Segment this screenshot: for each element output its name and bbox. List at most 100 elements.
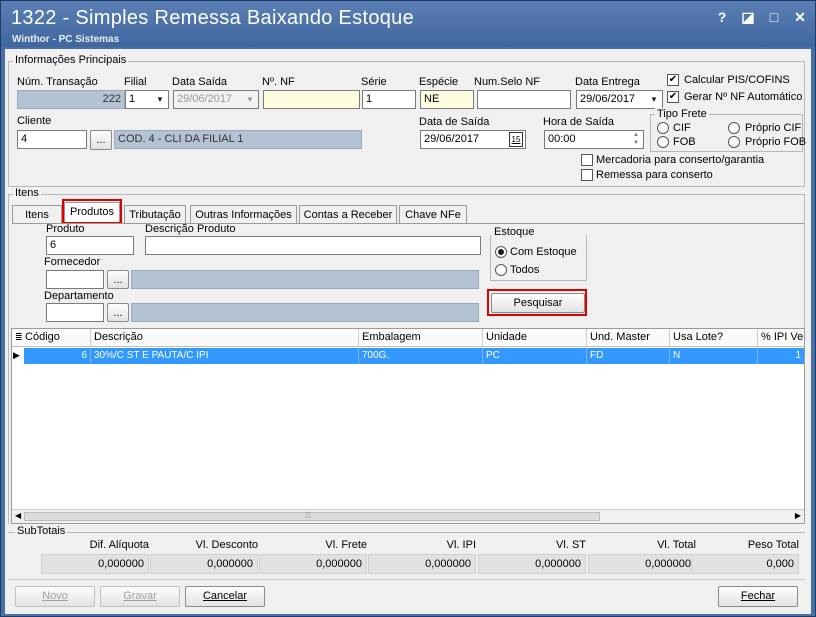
novo-button[interactable]: Novo — [15, 586, 95, 607]
produto-field[interactable]: 6 — [46, 236, 134, 255]
num-nf-label: Nº. NF — [262, 76, 295, 88]
fornecedor-lookup-button[interactable]: ... — [107, 270, 129, 289]
grid-menu-icon[interactable]: ≣ — [15, 332, 25, 342]
frete-proprio-fob-radio[interactable] — [728, 136, 740, 148]
remessa-conserto-checkbox[interactable] — [581, 169, 593, 181]
num-transacao-field[interactable]: 222 — [17, 90, 125, 109]
frete-fob-radio[interactable] — [657, 136, 669, 148]
fechar-label: Fechar — [740, 590, 776, 602]
gravar-label: Gravar — [123, 590, 157, 602]
grid-header-unidade[interactable]: Unidade — [483, 329, 587, 347]
cell-ipi[interactable]: 1 — [758, 348, 804, 364]
window-client-area: Informações Principais Núm. Transação 22… — [5, 49, 811, 614]
help-icon[interactable]: ? — [715, 9, 729, 26]
fornecedor-field[interactable] — [46, 270, 104, 289]
departamento-label: Departamento — [44, 290, 114, 302]
todos-label: Todos — [510, 264, 540, 276]
vl-total-label: Vl. Total — [657, 539, 696, 551]
data-entrega-value: 29/06/2017 — [580, 93, 636, 105]
products-grid[interactable]: ≣ Código Descrição Embalagem Unidade Und… — [11, 328, 805, 524]
cell-und-master[interactable]: FD — [587, 348, 670, 364]
calendar-icon[interactable]: 15 — [509, 132, 523, 147]
tab-tributacao[interactable]: Tributação — [124, 205, 186, 224]
maximize-icon[interactable]: □ — [767, 9, 781, 26]
table-row[interactable]: ▶ 6 30%/C ST E PAUTA/C IPI 700G. PC FD N… — [12, 348, 804, 364]
restore-icon[interactable]: ◪ — [741, 9, 755, 26]
data-entrega-field[interactable]: 29/06/2017 ▼ — [576, 90, 663, 109]
tab-chave-nfe[interactable]: Chave NFe — [399, 205, 467, 224]
departamento-lookup-button[interactable]: ... — [107, 303, 129, 322]
gerar-nf-label: Gerar Nº NF Automático — [684, 91, 803, 103]
grid-header-embalagem[interactable]: Embalagem — [359, 329, 483, 347]
cliente-name-field: COD. 4 - CLI DA FILIAL 1 — [114, 130, 362, 149]
departamento-field[interactable] — [46, 303, 104, 322]
vl-ipi-label: Vl. IPI — [446, 539, 476, 551]
frete-proprio-cif-label: Próprio CIF — [745, 122, 802, 134]
data-de-saida-value: 29/06/2017 — [424, 133, 480, 145]
scroll-left-icon[interactable]: ◀ — [15, 511, 21, 520]
cliente-lookup-button[interactable]: ... — [90, 130, 112, 150]
todos-radio[interactable] — [495, 264, 507, 276]
vl-desconto-label: Vl. Desconto — [195, 539, 258, 551]
frete-proprio-cif-radio[interactable] — [728, 122, 740, 134]
mercadoria-conserto-checkbox[interactable] — [581, 154, 593, 166]
row-pointer-icon: ▶ — [13, 350, 20, 360]
cell-descricao[interactable]: 30%/C ST E PAUTA/C IPI — [91, 348, 359, 364]
cancelar-button[interactable]: Cancelar — [185, 586, 265, 607]
gerar-nf-checkbox[interactable]: ✔ — [667, 91, 679, 103]
chevron-down-icon: ▼ — [246, 95, 254, 104]
cell-embalagem[interactable]: 700G. — [359, 348, 483, 364]
scrollbar-thumb[interactable] — [24, 512, 600, 521]
data-de-saida-label: Data de Saída — [419, 116, 490, 128]
frete-cif-radio[interactable] — [657, 122, 669, 134]
num-nf-field[interactable] — [263, 90, 360, 109]
horizontal-scrollbar[interactable]: ◀ ⦙⦙⦙ ▶ — [12, 509, 804, 523]
scroll-right-icon[interactable]: ▶ — [795, 511, 801, 520]
data-de-saida-field[interactable]: 29/06/2017 15 — [420, 130, 526, 149]
peso-total-label: Peso Total — [747, 539, 799, 551]
subtotais-title: SubTotais — [15, 525, 68, 537]
main-window: 1322 - Simples Remessa Baixando Estoque … — [0, 0, 816, 617]
grip-icon: ⦙⦙⦙ — [305, 510, 312, 520]
calcular-pis-checkbox[interactable]: ✔ — [667, 74, 679, 86]
filial-label: Filial — [124, 76, 147, 88]
data-entrega-label: Data Entrega — [575, 76, 640, 88]
serie-field[interactable]: 1 — [362, 90, 416, 109]
grid-header-usa-lote[interactable]: Usa Lote? — [670, 329, 758, 347]
especie-field[interactable]: NE — [420, 90, 474, 109]
vl-st-value: 0,000000 — [478, 554, 586, 574]
data-saida-field[interactable]: 29/06/2017 ▼ — [173, 90, 259, 109]
cell-codigo[interactable]: 6 — [24, 348, 91, 364]
tipo-frete-label: Tipo Frete — [655, 108, 709, 120]
vl-total-value: 0,000000 — [588, 554, 696, 574]
com-estoque-radio[interactable] — [495, 246, 507, 258]
title-bar[interactable]: 1322 - Simples Remessa Baixando Estoque … — [1, 1, 815, 47]
highlight-box — [487, 289, 587, 316]
grid-header-codigo[interactable]: ≣ Código — [12, 329, 91, 347]
tab-itens[interactable]: Itens — [12, 205, 62, 224]
spin-arrows-icon[interactable]: ▲ ▼ — [630, 131, 642, 147]
window-subtitle: Winthor - PC Sistemas — [12, 34, 120, 45]
dif-aliquota-value: 0,000000 — [41, 554, 149, 574]
column-label: Código — [25, 331, 60, 343]
tab-contas-a-receber[interactable]: Contas a Receber — [299, 205, 397, 224]
especie-label: Espécie — [419, 76, 459, 88]
cell-usa-lote[interactable]: N — [670, 348, 758, 364]
grid-header-descricao[interactable]: Descrição — [91, 329, 359, 347]
grid-header-und-master[interactable]: Und. Master — [587, 329, 670, 347]
filial-select[interactable]: 1 ▼ — [125, 90, 169, 109]
descricao-produto-label: Descrição Produto — [145, 223, 236, 235]
hora-saida-field[interactable]: 00:00 ▲ ▼ — [544, 130, 644, 149]
cliente-code-field[interactable]: 4 — [17, 130, 87, 149]
grid-header-ipi[interactable]: % IPI Ve — [758, 329, 804, 347]
cell-unidade[interactable]: PC — [483, 348, 587, 364]
data-saida-value: 29/06/2017 — [177, 93, 233, 105]
close-icon[interactable]: ✕ — [793, 9, 807, 26]
vl-ipi-value: 0,000000 — [368, 554, 476, 574]
fechar-button[interactable]: Fechar — [718, 586, 798, 607]
descricao-produto-field[interactable] — [145, 236, 481, 255]
com-estoque-label: Com Estoque — [510, 246, 577, 258]
tab-outras-informacoes[interactable]: Outras Informações — [190, 205, 297, 224]
num-selo-field[interactable] — [477, 90, 571, 109]
gravar-button[interactable]: Gravar — [100, 586, 180, 607]
